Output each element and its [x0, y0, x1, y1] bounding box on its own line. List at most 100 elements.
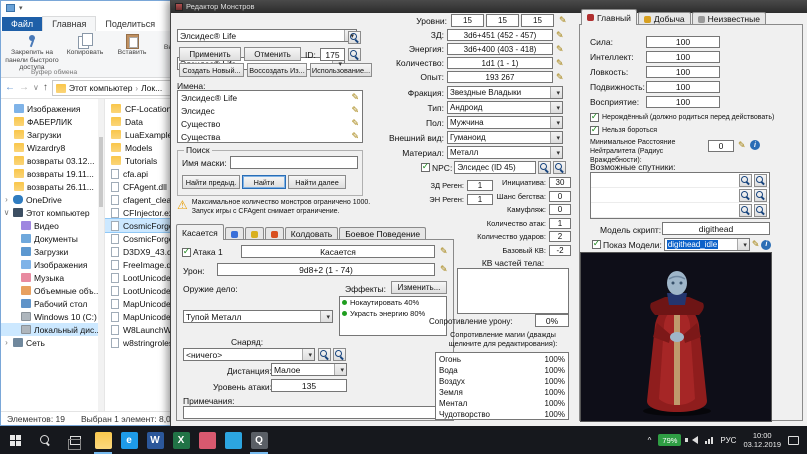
- find-next-button[interactable]: Найти далее: [288, 175, 346, 189]
- sidebar-item[interactable]: Изображения: [1, 258, 104, 271]
- edit-pencil-icon[interactable]: ✎: [351, 106, 359, 115]
- monster-select-combo[interactable]: Элсидес® Life: [177, 29, 357, 42]
- edit-pencil-icon[interactable]: ✎: [440, 265, 448, 274]
- level-field-1[interactable]: 15: [451, 14, 484, 27]
- attack1-toggle[interactable]: Атака 1: [182, 247, 223, 257]
- sidebar-item[interactable]: Изображения: [1, 102, 104, 115]
- effect-item[interactable]: Нокаутировать 40%: [340, 297, 446, 308]
- field-value[interactable]: 193 267: [447, 71, 553, 83]
- body-parts-kv-list[interactable]: [457, 268, 569, 314]
- level-field-2[interactable]: 15: [486, 14, 519, 27]
- projectile-clear-search-button[interactable]: [333, 348, 346, 361]
- sidebar-item[interactable]: Wizardry8: [1, 141, 104, 154]
- recreate-from-button[interactable]: Воссоздать Из...: [247, 63, 307, 77]
- breadcrumb-segment[interactable]: Лок...: [141, 83, 162, 93]
- sidebar-item[interactable]: Рабочий стол: [1, 297, 104, 310]
- edit-pencil-icon[interactable]: ✎: [556, 73, 564, 82]
- model-viewport[interactable]: [580, 252, 772, 422]
- resist-row[interactable]: Вода100%: [436, 365, 568, 376]
- action-center-icon[interactable]: [788, 436, 799, 445]
- sidebar-item[interactable]: Объемные объ...: [1, 284, 104, 297]
- tab-share[interactable]: Поделиться: [96, 17, 164, 31]
- companion-clear-search-button[interactable]: [754, 174, 767, 187]
- sidebar-item[interactable]: возвраты 19.11...: [1, 167, 104, 180]
- npc-clear-search-button[interactable]: [553, 161, 566, 174]
- back-icon[interactable]: ←: [5, 83, 15, 93]
- distance-combo[interactable]: Малое: [271, 363, 347, 376]
- attack-type-field[interactable]: Касается: [241, 245, 435, 258]
- sidebar-item[interactable]: Документы: [1, 232, 104, 245]
- combo-select[interactable]: Гуманоид: [447, 131, 563, 144]
- notes-input[interactable]: [183, 406, 447, 419]
- sidebar-item[interactable]: возвраты 03.12...: [1, 154, 104, 167]
- param-value[interactable]: -2: [549, 245, 571, 256]
- tab-main[interactable]: Главный: [581, 9, 637, 25]
- start-button[interactable]: [0, 426, 30, 454]
- attribute-value[interactable]: 100: [646, 36, 720, 48]
- change-effects-button[interactable]: Изменить...: [391, 281, 447, 294]
- info-icon[interactable]: i: [761, 240, 771, 250]
- show-model-checkbox[interactable]: [592, 240, 601, 249]
- attack1-checkbox[interactable]: [182, 248, 191, 257]
- sidebar-item[interactable]: Загрузки: [1, 245, 104, 258]
- combo-select[interactable]: Мужчина: [447, 116, 563, 129]
- hidden-icons-chevron-icon[interactable]: ^: [648, 436, 652, 445]
- companion-slot[interactable]: [591, 173, 769, 188]
- name-row[interactable]: Существо✎: [178, 117, 362, 130]
- projectile-search-button[interactable]: [318, 348, 331, 361]
- attack-level-field[interactable]: 135: [271, 379, 347, 392]
- cancel-button[interactable]: Отменить: [244, 47, 301, 61]
- resist-row[interactable]: Земля100%: [436, 387, 568, 398]
- name-row[interactable]: Существа✎: [178, 130, 362, 143]
- edit-pencil-icon[interactable]: ✎: [559, 16, 567, 25]
- field-value[interactable]: 3d6+400 (403 - 418): [447, 43, 553, 55]
- edit-pencil-icon[interactable]: ✎: [440, 247, 448, 256]
- min-distance-field[interactable]: 0: [708, 140, 734, 152]
- sidebar-item[interactable]: Загрузки: [1, 128, 104, 141]
- param-value[interactable]: 0: [549, 204, 571, 215]
- language-indicator[interactable]: РУС: [720, 436, 736, 445]
- name-mask-input[interactable]: [230, 156, 358, 169]
- edit-pencil-icon[interactable]: ✎: [738, 141, 746, 150]
- resist-row[interactable]: Воздух100%: [436, 376, 568, 387]
- paste-button[interactable]: Вставить: [110, 33, 154, 57]
- companion-clear-search-button[interactable]: [754, 204, 767, 217]
- companion-search-button[interactable]: [739, 174, 752, 187]
- find-button[interactable]: Найти: [242, 175, 286, 189]
- pin-to-quick-access-button[interactable]: Закрепить на панели быстрого доступа: [4, 33, 60, 72]
- npc-checkbox[interactable]: [421, 163, 430, 172]
- sidebar-item[interactable]: Локальный дис...: [1, 323, 104, 336]
- taskbar-app-button[interactable]: [194, 426, 220, 454]
- attribute-value[interactable]: 100: [646, 81, 720, 93]
- no-fight-checkbox[interactable]: [590, 126, 599, 135]
- sidebar-item[interactable]: возвраты 26.11...: [1, 180, 104, 193]
- unborn-checkbox[interactable]: [590, 113, 599, 122]
- unborn-toggle[interactable]: Нерождённый (должно родиться перед дейст…: [590, 113, 774, 122]
- combo-select[interactable]: Андроид: [447, 101, 563, 114]
- sidebar-item[interactable]: Видео: [1, 219, 104, 232]
- npc-search-button[interactable]: [538, 161, 551, 174]
- tab-touch-attack[interactable]: Касается: [176, 224, 224, 240]
- taskbar-app-button[interactable]: e: [116, 426, 142, 454]
- edit-pencil-icon[interactable]: ✎: [351, 93, 359, 102]
- create-new-button[interactable]: Создать Новый...: [179, 63, 244, 77]
- projectile-combo[interactable]: <ничего>: [183, 348, 315, 361]
- npc-value-field[interactable]: Элсидес (ID 45): [454, 161, 536, 174]
- sidebar-item[interactable]: ∨Этот компьютер: [1, 206, 104, 219]
- taskbar-app-button[interactable]: Q: [246, 426, 272, 454]
- qat-customize-chevron-icon[interactable]: ▾: [19, 4, 23, 12]
- up-icon[interactable]: ↑: [43, 83, 48, 93]
- companion-slot[interactable]: [591, 188, 769, 203]
- apply-button[interactable]: Применить: [179, 47, 241, 61]
- companions-list[interactable]: [590, 172, 770, 219]
- copy-button[interactable]: Копировать: [63, 33, 107, 57]
- companion-search-button[interactable]: [739, 189, 752, 202]
- magic-resist-list[interactable]: Огонь100%Вода100%Воздух100%Земля100%Мент…: [435, 352, 569, 420]
- companion-search-button[interactable]: [739, 204, 752, 217]
- forward-icon[interactable]: →: [19, 83, 29, 93]
- tab-home[interactable]: Главная: [42, 16, 96, 31]
- taskbar-app-button[interactable]: [90, 426, 116, 454]
- attribute-value[interactable]: 100: [646, 66, 720, 78]
- edit-pencil-icon[interactable]: ✎: [556, 31, 564, 40]
- weapon-skill-combo[interactable]: Тупой Металл: [183, 310, 333, 323]
